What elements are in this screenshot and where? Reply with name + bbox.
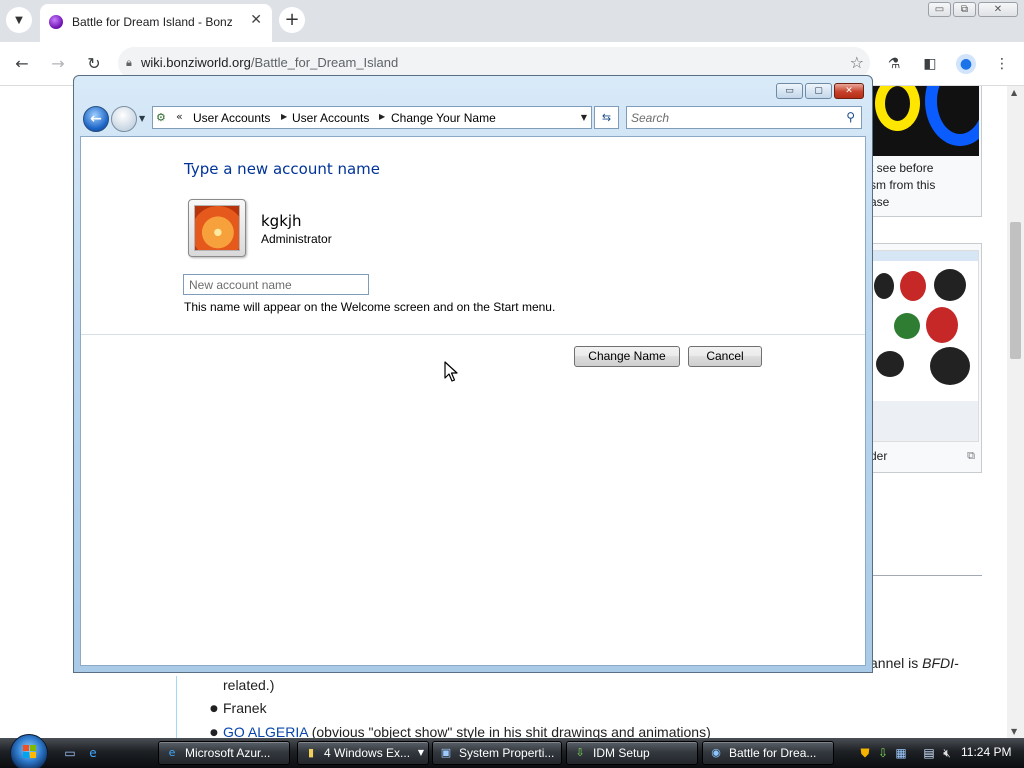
network-icon[interactable]: ▤ xyxy=(921,745,937,761)
taskbar: ▭ e e Microsoft Azur... ▮ 4 Windows Ex..… xyxy=(0,734,1024,768)
divider xyxy=(81,334,865,335)
grid-tray-icon[interactable]: ▦ xyxy=(893,745,909,761)
tab-search-button[interactable]: ▼ xyxy=(6,7,32,33)
system-tray: ⛊ ⇩ ▦ ▤ 🔇︎ 11:24 PM xyxy=(853,738,1024,768)
ie-icon: e xyxy=(168,746,176,759)
infobox-image-mid: der ⧉ xyxy=(866,243,982,473)
article-text: annel is BFDI- xyxy=(870,655,959,671)
flower-picture-icon xyxy=(194,205,240,251)
recent-pages-icon[interactable]: ▼ xyxy=(139,114,145,123)
chevron-down-icon: ▼ xyxy=(15,14,23,26)
breadcrumb[interactable]: ⚙ « User Accounts ▶ User Accounts ▶ Chan… xyxy=(152,106,592,129)
forward-arrow-icon[interactable]: → xyxy=(46,52,70,76)
bfdi-characters-image[interactable] xyxy=(871,250,979,442)
wiki-link[interactable]: GO ALGERIA xyxy=(223,724,308,738)
back-button[interactable]: ← xyxy=(83,106,109,132)
taskbar-item[interactable]: ⇩ IDM Setup xyxy=(566,741,698,765)
bfdi-logo-image xyxy=(867,86,979,156)
tab-close-icon[interactable]: ✕ xyxy=(250,12,262,28)
search-icon[interactable]: ⚲ xyxy=(846,110,855,124)
refresh-icon: ⇆ xyxy=(601,111,612,124)
url-path: /Battle_for_Dream_Island xyxy=(250,55,399,70)
breadcrumb-item[interactable]: Change Your Name xyxy=(391,111,496,125)
avatar xyxy=(188,199,246,257)
tab-title: Battle for Dream Island - BonziWorld xyxy=(72,15,232,29)
chevron-down-icon: ▼ xyxy=(417,748,424,757)
maximize-button[interactable]: ▢ xyxy=(805,83,832,99)
change-name-window: ▭ ▢ ✕ ← ▼ ⚙ « User Accounts ▶ User Accou… xyxy=(73,75,873,673)
url-text: wiki.bonziworld.org/Battle_for_Dream_Isl… xyxy=(141,55,398,70)
change-name-button[interactable]: Change Name xyxy=(574,346,680,367)
browser-close-button[interactable]: ✕ xyxy=(978,2,1018,17)
breadcrumb-arrow-icon[interactable]: ▶ xyxy=(379,112,385,121)
idm-tray-icon[interactable]: ⇩ xyxy=(875,745,891,761)
chevron-left-icon[interactable]: « xyxy=(176,110,183,123)
new-tab-button[interactable]: + xyxy=(279,7,305,33)
ie-icon[interactable]: e xyxy=(85,745,101,761)
search-box[interactable]: ⚲ xyxy=(626,106,862,129)
account-type: Administrator xyxy=(261,232,332,246)
close-button[interactable]: ✕ xyxy=(834,83,864,99)
new-account-name-input[interactable] xyxy=(183,274,369,295)
page-title: Type a new account name xyxy=(184,160,381,178)
taskbar-item[interactable]: ▮ 4 Windows Ex... ▼ xyxy=(297,741,429,765)
reload-icon[interactable]: ↻ xyxy=(82,52,106,76)
search-input[interactable] xyxy=(631,110,831,125)
browser-tab-strip: ▼ Battle for Dream Island - BonziWorld ✕… xyxy=(0,0,1024,42)
star-icon[interactable]: ☆ xyxy=(850,53,864,72)
scroll-up-icon[interactable]: ▲ xyxy=(1011,88,1017,97)
url-host: wiki.bonziworld.org xyxy=(141,55,251,70)
control-panel-icon: ⚙ xyxy=(156,111,166,124)
infobox-image-top: t see before sm from this ase xyxy=(866,86,982,217)
dialog-content: Type a new account name kgkjh Administra… xyxy=(80,136,866,666)
mouse-pointer-icon xyxy=(444,361,458,382)
lock-icon[interactable]: 🔒︎ xyxy=(126,56,132,70)
taskbar-item[interactable]: ▣ System Properti... xyxy=(432,741,562,765)
show-desktop-icon[interactable]: ▭ xyxy=(62,745,78,761)
scroll-down-icon[interactable]: ▼ xyxy=(1011,727,1017,736)
volume-muted-icon[interactable]: 🔇︎ xyxy=(939,745,955,761)
account-name: kgkjh xyxy=(261,212,302,230)
browser-restore-button[interactable]: ⧉ xyxy=(953,2,976,17)
breadcrumb-item[interactable]: User Accounts xyxy=(193,111,270,125)
refresh-button[interactable]: ⇆ xyxy=(594,106,619,129)
hint-text: This name will appear on the Welcome scr… xyxy=(184,300,556,314)
back-arrow-icon[interactable]: ← xyxy=(10,52,34,76)
security-shield-icon[interactable]: ⛊ xyxy=(857,745,873,761)
infobox-caption: t see before sm from this ase xyxy=(870,161,936,209)
clock[interactable]: 11:24 PM xyxy=(961,745,1011,759)
back-arrow-icon: ← xyxy=(90,111,102,127)
browser-minimize-button[interactable]: ▭ xyxy=(928,2,951,17)
page-scrollbar[interactable]: ▲ ▼ xyxy=(1007,86,1024,738)
idm-icon: ⇩ xyxy=(575,746,585,759)
folder-icon: ▮ xyxy=(307,746,315,759)
content-border xyxy=(176,676,177,738)
list-item: ● GO ALGERIA (obvious "object show" style… xyxy=(210,724,711,738)
taskbar-item[interactable]: ◉ Battle for Drea... xyxy=(702,741,834,765)
profile-icon[interactable]: ● xyxy=(956,54,976,74)
breadcrumb-arrow-icon[interactable]: ▶ xyxy=(281,112,287,121)
breadcrumb-item[interactable]: User Accounts xyxy=(292,111,369,125)
start-button[interactable] xyxy=(10,734,48,768)
section-divider xyxy=(866,575,982,576)
browser-tab[interactable]: Battle for Dream Island - BonziWorld ✕ xyxy=(40,4,272,42)
kebab-menu-icon[interactable]: ⋮ xyxy=(992,54,1012,74)
article-text: related.) xyxy=(223,677,275,693)
enlarge-icon[interactable]: ⧉ xyxy=(967,449,975,463)
system-properties-icon: ▣ xyxy=(440,746,452,759)
bonzi-favicon-icon xyxy=(49,15,63,29)
forward-button[interactable] xyxy=(111,106,137,132)
chevron-down-icon[interactable]: ▼ xyxy=(581,113,587,122)
windows-logo-icon xyxy=(22,744,37,759)
cancel-button[interactable]: Cancel xyxy=(688,346,762,367)
minimize-button[interactable]: ▭ xyxy=(776,83,803,99)
flask-icon[interactable]: ⚗ xyxy=(884,54,904,74)
side-panel-icon[interactable]: ◧ xyxy=(920,54,940,74)
list-item: ● Franek xyxy=(210,700,267,716)
taskbar-item[interactable]: e Microsoft Azur... xyxy=(158,741,290,765)
scrollbar-thumb[interactable] xyxy=(1010,222,1021,359)
chrome-icon: ◉ xyxy=(711,746,721,759)
